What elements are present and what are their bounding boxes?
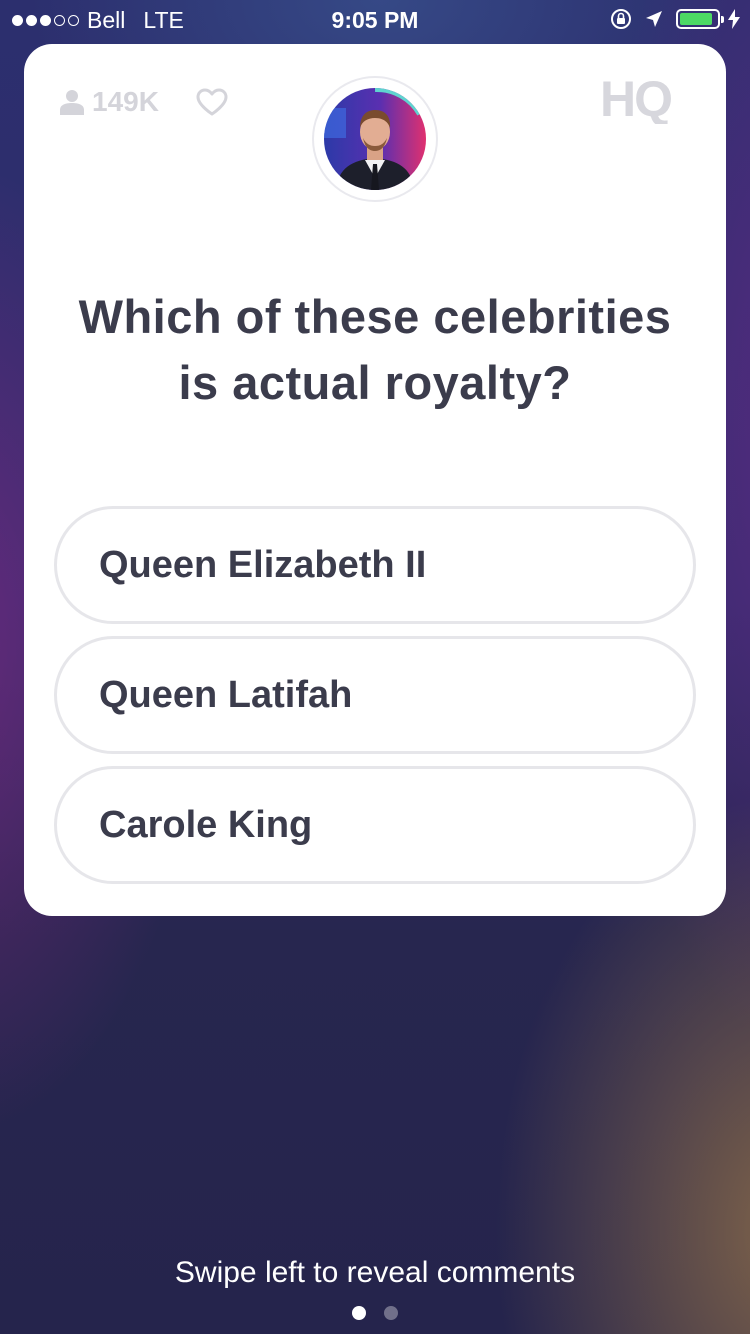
host-avatar [314, 78, 436, 200]
bolt-icon [728, 9, 740, 29]
person-icon [60, 90, 84, 115]
heart-icon[interactable] [196, 88, 228, 116]
viewer-count-value: 149K [92, 86, 159, 117]
rotation-lock-icon [611, 9, 631, 29]
page-dot-1[interactable] [352, 1306, 366, 1320]
answer-label: Carole King [99, 803, 313, 846]
hq-logo: HQ [600, 74, 673, 124]
answer-label: Queen Elizabeth II [99, 543, 427, 586]
page-indicator[interactable] [0, 1306, 750, 1320]
hq-logo-text: HQ [600, 74, 671, 124]
status-bar: Bell LTE 9:05 PM [0, 0, 750, 40]
answer-label: Queen Latifah [99, 673, 353, 716]
host-video [324, 88, 426, 190]
answer-option-1[interactable]: Queen Elizabeth II [54, 506, 696, 624]
question-text: Which of these celebrities is actual roy… [78, 290, 672, 409]
answer-option-2[interactable]: Queen Latifah [54, 636, 696, 754]
page-dot-2[interactable] [384, 1306, 398, 1320]
status-right [610, 8, 740, 30]
swipe-hint: Swipe left to reveal comments [174, 1256, 576, 1289]
viewer-count: 149K [60, 86, 159, 118]
battery-icon [676, 9, 724, 29]
question-card: 149K HQ Which of these celebrities is ac… [24, 44, 726, 916]
location-arrow-icon [646, 11, 662, 27]
answer-list: Queen Elizabeth II Queen Latifah Carole … [54, 506, 696, 896]
answer-option-3[interactable]: Carole King [54, 766, 696, 884]
